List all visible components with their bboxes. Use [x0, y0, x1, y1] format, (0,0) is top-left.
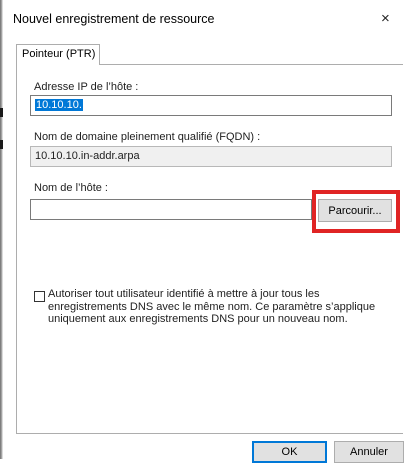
ip-address-value: 10.10.10.: [35, 99, 83, 111]
close-icon[interactable]: ×: [381, 10, 390, 27]
host-name-input[interactable]: [30, 199, 312, 220]
tab-pointeur-ptr[interactable]: Pointeur (PTR): [16, 44, 100, 65]
fqdn-label: Nom de domaine pleinement qualifié (FQDN…: [34, 131, 261, 143]
dialog-title: Nouvel enregistrement de ressource: [13, 12, 215, 26]
allow-update-checkbox-label: Autoriser tout utilisateur identifié à m…: [48, 288, 376, 325]
window-left-edge: [0, 0, 3, 459]
allow-update-checkbox[interactable]: [34, 291, 45, 302]
edge-mark: [0, 108, 3, 117]
edge-mark: [0, 140, 3, 149]
ok-button[interactable]: OK: [252, 441, 327, 463]
cancel-button[interactable]: Annuler: [334, 441, 404, 463]
browse-button[interactable]: Parcourir...: [318, 199, 392, 222]
host-name-label: Nom de l’hôte :: [34, 182, 108, 194]
ip-address-input[interactable]: 10.10.10.: [30, 95, 392, 116]
tab-panel: [16, 64, 403, 434]
fqdn-field: 10.10.10.in-addr.arpa: [30, 146, 392, 167]
ip-label: Adresse IP de l’hôte :: [34, 81, 139, 93]
